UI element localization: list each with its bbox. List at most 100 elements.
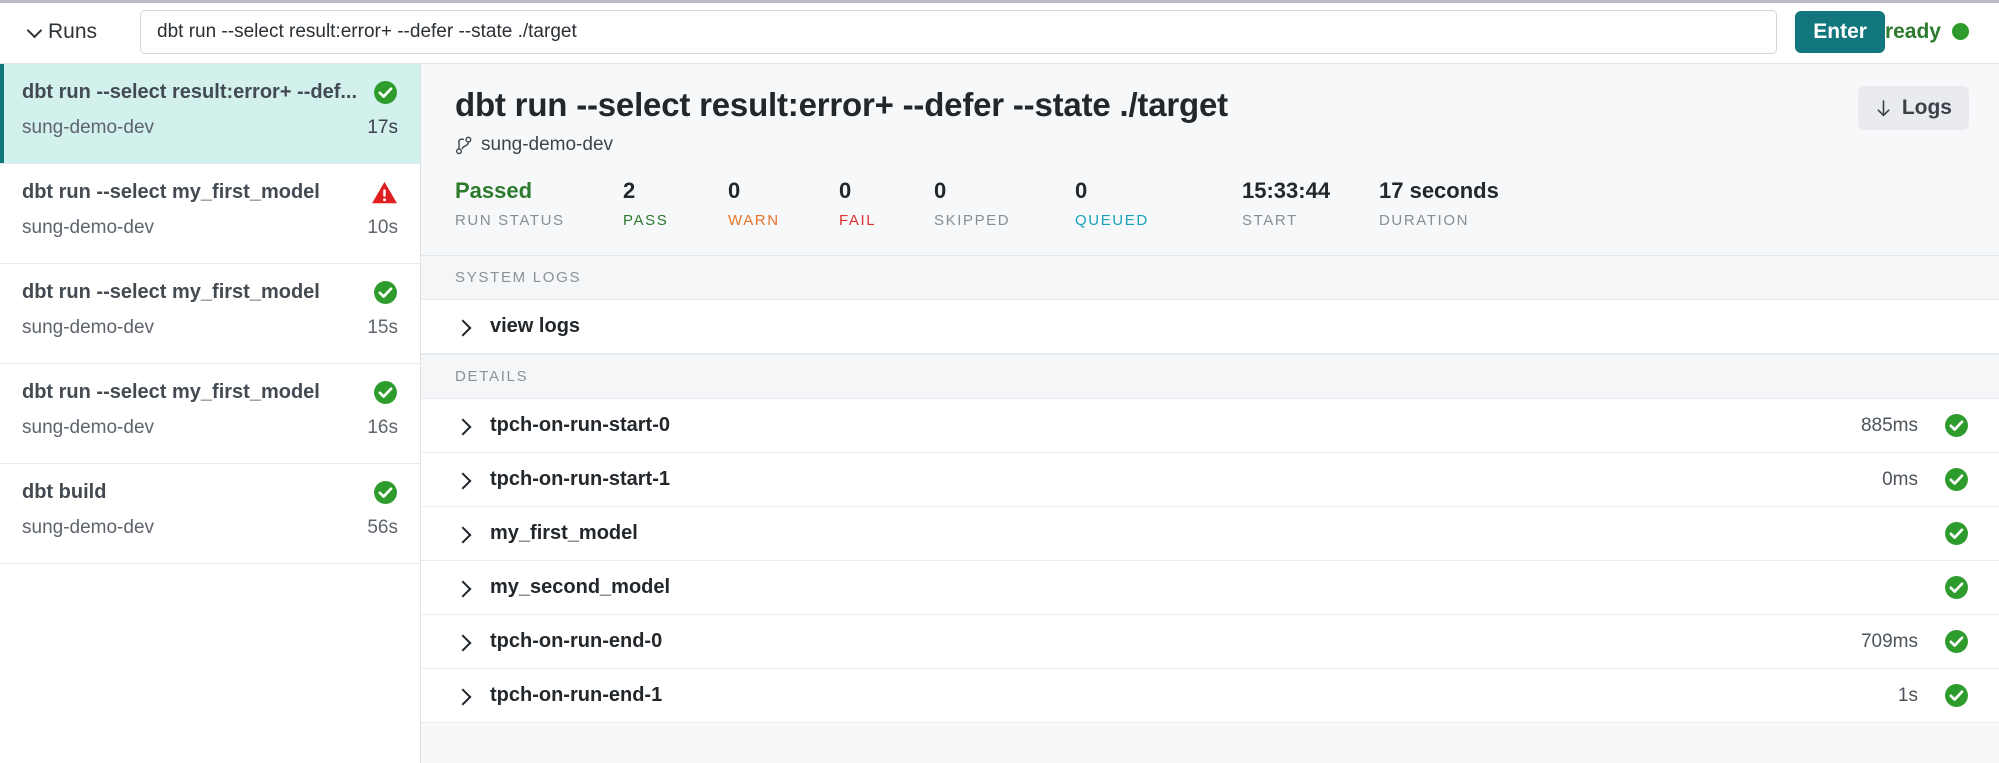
detail-meta [1918, 575, 1969, 600]
stat-label: RUN STATUS [455, 212, 623, 229]
branch-name: sung-demo-dev [481, 134, 613, 156]
detail-label: my_second_model [490, 576, 670, 599]
chevron-right-icon[interactable] [455, 320, 469, 334]
status-success-icon [1944, 575, 1969, 600]
run-item-bottom: sung-demo-dev 17s [22, 117, 398, 139]
stat-run-status: Passed RUN STATUS [455, 178, 623, 229]
stat-value: 0 [934, 178, 1075, 204]
detail-label: my_first_model [490, 522, 638, 545]
system-log-label: view logs [490, 315, 580, 338]
stat-value: 0 [728, 178, 839, 204]
run-list-item[interactable]: dbt run --select my_first_model sung-demo… [0, 264, 420, 364]
detail-meta [1918, 521, 1969, 546]
run-list-item[interactable]: dbt build sung-demo-dev 56s [0, 464, 420, 564]
runs-panel-toggle[interactable]: Runs [22, 20, 140, 44]
stat-value: Passed [455, 178, 623, 204]
detail-meta: 885ms [1861, 413, 1969, 438]
run-item-duration: 16s [367, 417, 398, 439]
detail-row[interactable]: tpch-on-run-end-0709ms [421, 615, 1999, 669]
detail-label: tpch-on-run-start-1 [490, 468, 670, 491]
git-branch-icon [455, 136, 473, 155]
run-stats: PassedRUN STATUS2PASS0WARN0FAIL0SKIPPED0… [421, 178, 1999, 255]
run-item-top: dbt run --select my_first_model [22, 280, 398, 305]
chevron-right-icon[interactable] [455, 635, 469, 649]
status-success-icon [1944, 413, 1969, 438]
stat-label: WARN [728, 212, 839, 229]
detail-meta: 1s [1898, 683, 1969, 708]
window-edge-divider [0, 0, 1999, 3]
stat-label: START [1242, 212, 1379, 229]
stat-label: DURATION [1379, 212, 1559, 229]
stat-label: FAIL [839, 212, 934, 229]
stat-label: PASS [623, 212, 728, 229]
detail-row[interactable]: tpch-on-run-start-1 0ms [421, 453, 1999, 507]
stat-value: 2 [623, 178, 728, 204]
run-detail-header: dbt run --select result:error+ --defer -… [421, 64, 1999, 178]
runs-sidebar[interactable]: dbt run --select result:error+ --def...s… [0, 64, 421, 763]
stat-duration: 17 seconds DURATION [1379, 178, 1559, 229]
run-item-environment: sung-demo-dev [22, 517, 154, 539]
run-item-title: dbt run --select my_first_model [22, 181, 320, 204]
detail-duration: 885ms [1861, 415, 1918, 437]
run-item-environment: sung-demo-dev [22, 317, 154, 339]
detail-meta: 0ms [1882, 467, 1969, 492]
run-item-environment: sung-demo-dev [22, 117, 154, 139]
run-list-item[interactable]: dbt run --select result:error+ --def...s… [0, 64, 420, 164]
stat-label: QUEUED [1075, 212, 1242, 229]
stat-start: 15:33:44START [1242, 178, 1379, 229]
status-none-icon [1945, 315, 1969, 339]
detail-duration: 1s [1898, 685, 1918, 707]
run-item-bottom: sung-demo-dev15s [22, 317, 398, 339]
top-bar: Runs Enter ready [0, 0, 1999, 64]
run-list-item[interactable]: dbt run --select my_first_model sung-demo… [0, 164, 420, 264]
system-log-row[interactable]: view logs [421, 300, 1999, 354]
stat-value: 17 seconds [1379, 178, 1559, 204]
chevron-right-icon[interactable] [455, 689, 469, 703]
stat-label: SKIPPED [934, 212, 1075, 229]
enter-button[interactable]: Enter [1795, 11, 1885, 53]
status-success-icon [373, 80, 398, 105]
run-item-duration: 17s [367, 117, 398, 139]
detail-row[interactable]: my_second_model [421, 561, 1999, 615]
command-input[interactable] [140, 10, 1777, 54]
status-error-icon [371, 180, 398, 205]
stat-queued: 0 QUEUED [1075, 178, 1242, 229]
stat-skipped: 0 SKIPPED [934, 178, 1075, 229]
stat-pass: 2 PASS [623, 178, 728, 229]
detail-label: tpch-on-run-end-1 [490, 684, 662, 707]
chevron-right-icon[interactable] [455, 527, 469, 541]
stat-value: 0 [1075, 178, 1242, 204]
status-success-icon [373, 480, 398, 505]
logs-button[interactable]: Logs [1858, 86, 1969, 130]
chevron-right-icon[interactable] [455, 419, 469, 433]
run-item-environment: sung-demo-dev [22, 417, 154, 439]
detail-meta: 709ms [1861, 629, 1969, 654]
detail-row[interactable]: tpch-on-run-start-0885ms [421, 399, 1999, 453]
detail-row[interactable]: tpch-on-run-end-1 1s [421, 669, 1999, 723]
run-item-bottom: sung-demo-dev 16s [22, 417, 398, 439]
stat-value: 0 [839, 178, 934, 204]
run-item-duration: 56s [367, 517, 398, 539]
chevron-right-icon[interactable] [455, 473, 469, 487]
run-list-item[interactable]: dbt run --select my_first_model sung-demo… [0, 364, 420, 464]
run-detail-panel: dbt run --select result:error+ --defer -… [421, 64, 1999, 763]
run-item-title: dbt run --select my_first_model [22, 381, 320, 404]
detail-duration: 709ms [1861, 631, 1918, 653]
chevron-right-icon[interactable] [455, 581, 469, 595]
connection-status-label: ready [1885, 20, 1941, 44]
branch-row: sung-demo-dev [455, 134, 1858, 156]
run-list: dbt run --select result:error+ --def...s… [0, 64, 420, 564]
status-success-icon [1944, 683, 1969, 708]
system-logs-rows: view logs [421, 300, 1999, 354]
app-body: dbt run --select result:error+ --def...s… [0, 64, 1999, 763]
status-success-icon [1944, 467, 1969, 492]
run-item-title: dbt run --select my_first_model [22, 281, 320, 304]
run-item-top: dbt run --select my_first_model [22, 380, 398, 405]
run-item-duration: 10s [367, 217, 398, 239]
run-item-bottom: sung-demo-dev 56s [22, 517, 398, 539]
details-section-header: DETAILS [421, 354, 1999, 399]
status-dot-icon [1952, 23, 1969, 40]
run-item-bottom: sung-demo-dev10s [22, 217, 398, 239]
run-item-top: dbt build [22, 480, 398, 505]
detail-row[interactable]: my_first_model [421, 507, 1999, 561]
